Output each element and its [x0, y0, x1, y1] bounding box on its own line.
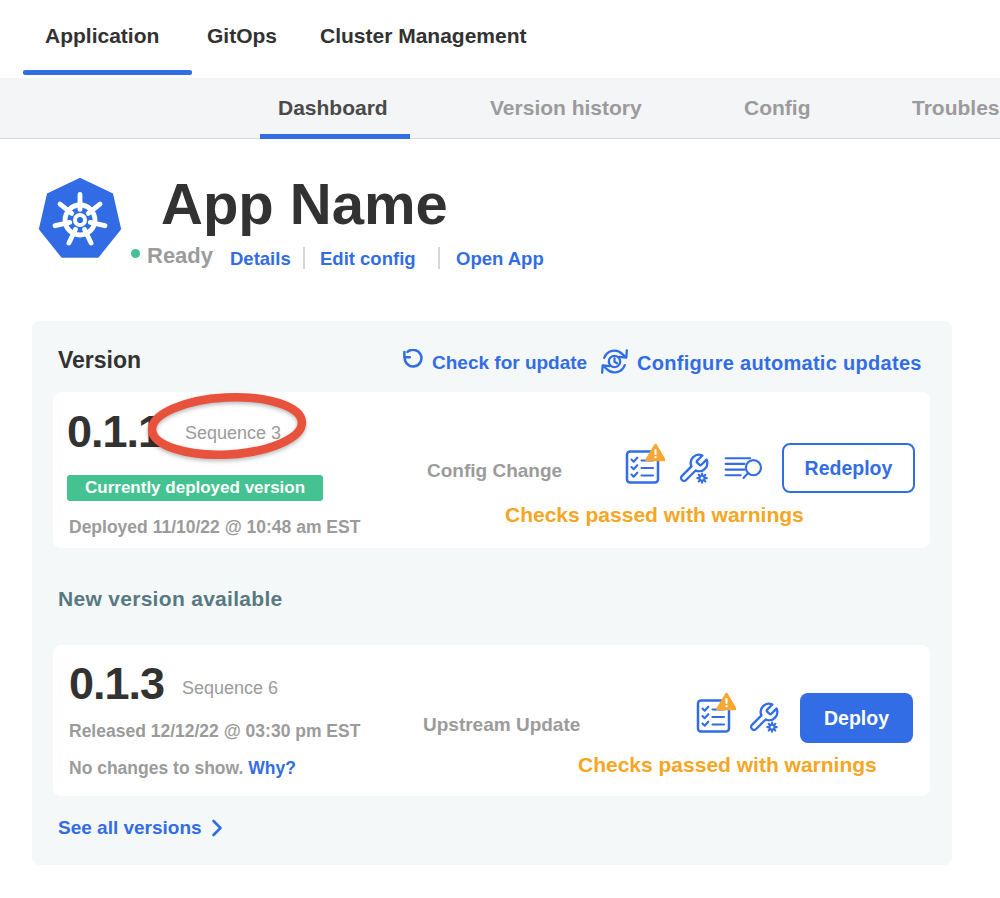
active-subtab-underline [260, 134, 410, 139]
status-ready-label: Ready [147, 243, 213, 269]
available-version-number: 0.1.3 [69, 661, 164, 706]
version-panel-title: Version [58, 347, 141, 374]
secondary-nav: Dashboard Version history Config Trouble… [0, 78, 1000, 139]
check-for-update-link[interactable]: Check for update [432, 352, 587, 374]
logs-search-icon[interactable] [724, 454, 764, 487]
tab-cluster-management[interactable]: Cluster Management [320, 24, 527, 48]
see-all-versions-link[interactable]: See all versions [58, 817, 223, 839]
tab-dashboard[interactable]: Dashboard [278, 96, 388, 120]
deployed-timestamp: Deployed 11/10/22 @ 10:48 am EST [69, 517, 360, 538]
status-ready-dot [131, 249, 140, 258]
checks-status-current: Checks passed with warnings [505, 503, 804, 527]
why-link[interactable]: Why? [248, 758, 296, 778]
details-link[interactable]: Details [230, 248, 291, 270]
version-source-label: Upstream Update [423, 714, 580, 736]
tab-config[interactable]: Config [744, 96, 810, 120]
refresh-icon[interactable] [400, 349, 425, 374]
current-version-card: 0.1.1 Sequence 3 Currently deployed vers… [53, 392, 930, 548]
active-tab-underline [23, 70, 192, 75]
tab-version-history[interactable]: Version history [490, 96, 642, 120]
redeploy-button[interactable]: Redeploy [782, 443, 915, 493]
new-version-heading: New version available [58, 587, 283, 611]
available-version-sequence: Sequence 6 [182, 678, 278, 699]
available-version-card: 0.1.3 Sequence 6 Released 12/12/22 @ 03:… [53, 645, 930, 796]
config-wrench-icon[interactable] [677, 452, 710, 485]
configure-automatic-updates-link[interactable]: Configure automatic updates [637, 352, 922, 375]
version-source-label: Config Change [427, 460, 562, 482]
tab-gitops[interactable]: GitOps [207, 24, 277, 48]
chevron-right-icon [211, 819, 223, 837]
open-app-link[interactable]: Open App [456, 248, 544, 270]
no-changes-text: No changes to show. Why? [69, 758, 296, 779]
checks-status-available: Checks passed with warnings [578, 753, 877, 777]
primary-nav: Application GitOps Cluster Management [0, 0, 1000, 78]
divider [438, 247, 440, 269]
divider [303, 247, 305, 269]
auto-update-clock-icon[interactable] [600, 347, 629, 376]
kubernetes-logo-icon [36, 176, 124, 264]
preflight-checks-icon[interactable] [696, 691, 736, 734]
tab-troubleshoot[interactable]: Troubleshoot [912, 96, 1000, 120]
currently-deployed-badge: Currently deployed version [67, 475, 323, 501]
config-wrench-icon[interactable] [747, 701, 780, 734]
tab-application[interactable]: Application [45, 24, 159, 48]
page: Application GitOps Cluster Management Da… [0, 0, 1000, 898]
app-name-title: App Name [161, 175, 448, 233]
no-changes-label: No changes to show. [69, 758, 243, 778]
see-all-versions-label: See all versions [58, 817, 202, 839]
red-circle-annotation [144, 392, 310, 460]
released-timestamp: Released 12/12/22 @ 03:30 pm EST [69, 721, 360, 742]
deploy-button[interactable]: Deploy [800, 693, 913, 743]
version-panel: Version Check for update Configure autom… [32, 321, 952, 865]
preflight-checks-icon[interactable] [625, 442, 665, 485]
edit-config-link[interactable]: Edit config [320, 248, 416, 270]
